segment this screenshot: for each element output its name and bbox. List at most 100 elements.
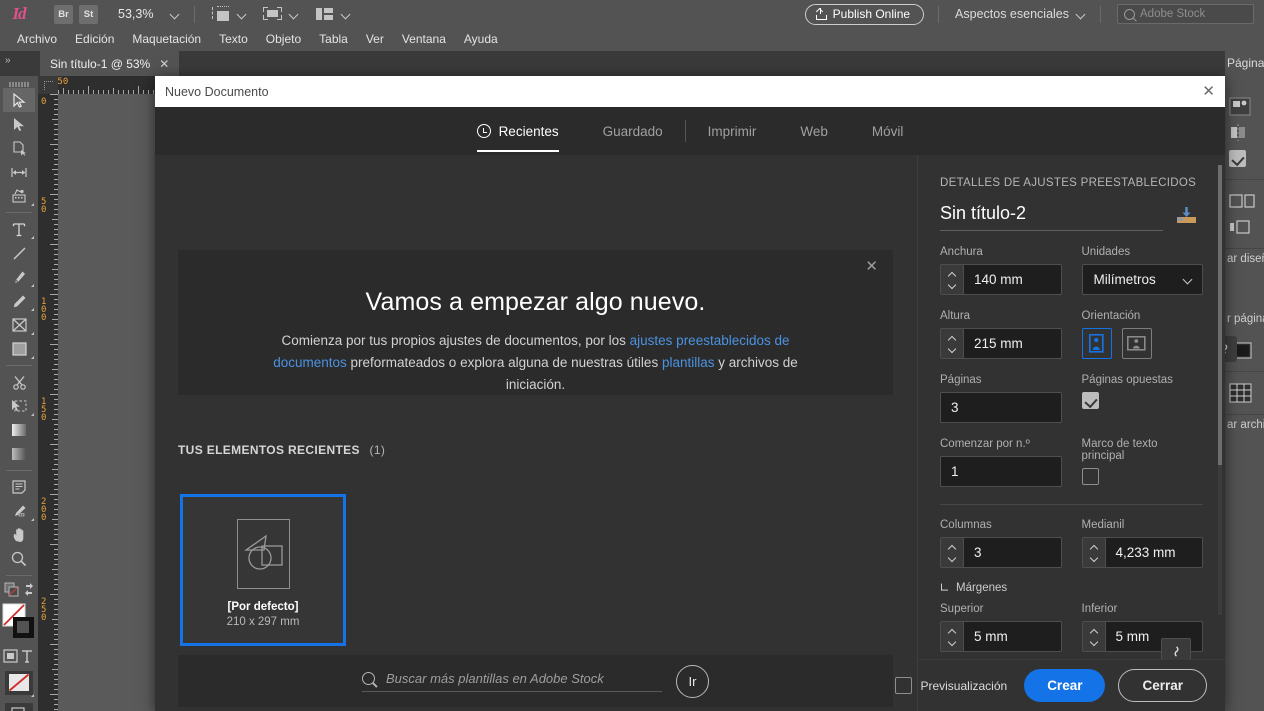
view-mode-icon[interactable] <box>263 6 283 22</box>
menu-item-texto[interactable]: Texto <box>210 28 257 51</box>
zoom-level-value[interactable]: 53,3% <box>118 7 153 21</box>
welcome-close-icon[interactable]: ✕ <box>865 259 878 274</box>
width-input[interactable]: 140 mm <box>940 264 1062 295</box>
margin-top-stepper[interactable] <box>941 622 964 651</box>
link-plantillas[interactable]: plantillas <box>662 355 715 370</box>
free-transform-tool[interactable] <box>0 394 38 418</box>
recent-preset-card[interactable]: [Por defecto] 210 x 297 mm <box>180 494 346 646</box>
gradient-feather-tool[interactable] <box>0 442 38 466</box>
primary-textframe-checkbox[interactable] <box>1081 468 1099 485</box>
dock-label-design[interactable]: ar diseño <box>1225 249 1264 269</box>
save-preset-icon[interactable] <box>1173 205 1203 231</box>
selection-tool[interactable] <box>0 88 38 112</box>
menu-item-tabla[interactable]: Tabla <box>310 28 357 51</box>
arrange-documents-icon[interactable] <box>315 6 335 22</box>
pages-input[interactable]: 3 <box>940 392 1062 423</box>
units-select[interactable]: Milímetros <box>1081 264 1203 295</box>
menu-item-maquetacion[interactable]: Maquetación <box>123 28 210 51</box>
details-scrollbar[interactable] <box>1218 165 1222 615</box>
dock-label-file[interactable]: ar archivo <box>1225 415 1264 435</box>
direct-selection-tool[interactable] <box>0 112 38 136</box>
page-layout-icon[interactable] <box>1225 93 1264 119</box>
formatting-target-row[interactable] <box>0 645 38 667</box>
content-collector-tool[interactable] <box>0 184 38 208</box>
preview-checkbox[interactable] <box>895 677 913 694</box>
tools-panel-grip[interactable] <box>0 80 38 88</box>
facing-pages-checkbox[interactable] <box>1081 392 1099 409</box>
scissors-tool[interactable] <box>0 370 38 394</box>
preset-name-input[interactable]: Sin título-2 <box>940 203 1163 231</box>
stock-template-search-input[interactable]: Buscar más plantillas en Adobe Stock <box>362 671 662 692</box>
rectangle-tool[interactable] <box>0 337 38 361</box>
menu-item-ayuda[interactable]: Ayuda <box>455 28 507 51</box>
stock-go-button[interactable]: Ir <box>676 664 709 698</box>
dialog-close-icon[interactable]: ✕ <box>1202 84 1215 99</box>
bridge-launch-button[interactable]: Br <box>54 4 73 24</box>
stock-launch-button[interactable]: St <box>79 4 98 24</box>
publish-online-button[interactable]: Publish Online <box>804 3 925 25</box>
view-mode-swatch-button[interactable] <box>0 699 38 711</box>
tools-divider-4 <box>6 575 32 576</box>
zoom-tool[interactable] <box>0 547 38 571</box>
height-input[interactable]: 215 mm <box>940 328 1062 359</box>
gap-tool[interactable] <box>0 160 38 184</box>
menu-item-ventana[interactable]: Ventana <box>393 28 455 51</box>
menu-item-edicion[interactable]: Edición <box>66 28 123 51</box>
apply-none-swatch-button[interactable] <box>0 667 38 699</box>
flip-horizontal-icon[interactable] <box>1225 119 1264 145</box>
close-icon[interactable]: ✕ <box>159 57 169 71</box>
tab-imprimir[interactable]: Imprimir <box>686 107 779 155</box>
margin-top-input[interactable]: 5 mm <box>940 621 1062 652</box>
adobe-stock-search-input[interactable]: Adobe Stock <box>1117 4 1254 24</box>
orientation-portrait-button[interactable] <box>1081 328 1112 359</box>
gradient-swatch-tool[interactable] <box>0 418 38 442</box>
vertical-ruler[interactable]: 0 50 100 150 200 250 <box>38 94 58 711</box>
dock-checkbox[interactable] <box>1225 145 1264 171</box>
formatting-affects-container-button[interactable] <box>0 580 38 600</box>
note-tool[interactable] <box>0 475 38 499</box>
align-left-icon[interactable] <box>1225 188 1264 214</box>
line-tool[interactable] <box>0 241 38 265</box>
tab-recientes[interactable]: Recientes <box>455 107 581 155</box>
menu-item-ver[interactable]: Ver <box>357 28 393 51</box>
width-stepper[interactable] <box>941 265 964 294</box>
preview-toggle[interactable]: Previsualización <box>895 677 1007 694</box>
fill-stroke-swatches[interactable] <box>0 600 38 645</box>
start-page-input[interactable]: 1 <box>940 456 1062 487</box>
margins-section-header[interactable]: Márgenes <box>940 582 1203 594</box>
ruler-origin-corner[interactable] <box>38 76 58 94</box>
pen-tool[interactable] <box>0 265 38 289</box>
document-tab[interactable]: Sin título-1 @ 53% ✕ <box>40 51 180 76</box>
tab-web[interactable]: Web <box>778 107 850 155</box>
pencil-tool[interactable] <box>0 289 38 313</box>
columns-stepper[interactable] <box>941 538 964 567</box>
eyedropper-tool[interactable] <box>0 499 38 523</box>
menu-item-archivo[interactable]: Archivo <box>8 28 66 51</box>
workspace-switcher[interactable]: Aspectos esenciales <box>955 7 1086 21</box>
align-distribute-icon[interactable] <box>1225 214 1264 240</box>
screen-mode-icon[interactable] <box>211 6 231 22</box>
close-button[interactable]: Cerrar <box>1118 669 1207 702</box>
type-tool[interactable] <box>0 217 38 241</box>
grid-icon[interactable] <box>1225 380 1264 406</box>
panel-tab-paginas[interactable]: Páginas <box>1225 51 1264 76</box>
tab-guardado[interactable]: Guardado <box>581 107 685 155</box>
gutter-stepper[interactable] <box>1082 538 1106 567</box>
gutter-input[interactable]: 4,233 mm <box>1081 537 1203 568</box>
zoom-chevron-down-icon[interactable] <box>171 10 180 19</box>
columns-input[interactable]: 3 <box>940 537 1062 568</box>
page-tool[interactable] <box>0 136 38 160</box>
view-mode-chevron-down-icon[interactable] <box>290 10 299 19</box>
create-button[interactable]: Crear <box>1024 669 1106 702</box>
collapse-panel-icon[interactable]: » <box>5 55 10 66</box>
menu-item-objeto[interactable]: Objeto <box>257 28 310 51</box>
orientation-landscape-button[interactable] <box>1121 328 1152 359</box>
arrange-chevron-down-icon[interactable] <box>342 10 351 19</box>
dock-label-page[interactable]: r página <box>1225 309 1264 329</box>
margin-bottom-stepper[interactable] <box>1082 622 1106 651</box>
tab-movil[interactable]: Móvil <box>850 107 926 155</box>
frame-tool[interactable] <box>0 313 38 337</box>
height-stepper[interactable] <box>941 329 964 358</box>
screen-mode-chevron-down-icon[interactable] <box>238 10 247 19</box>
hand-tool[interactable] <box>0 523 38 547</box>
